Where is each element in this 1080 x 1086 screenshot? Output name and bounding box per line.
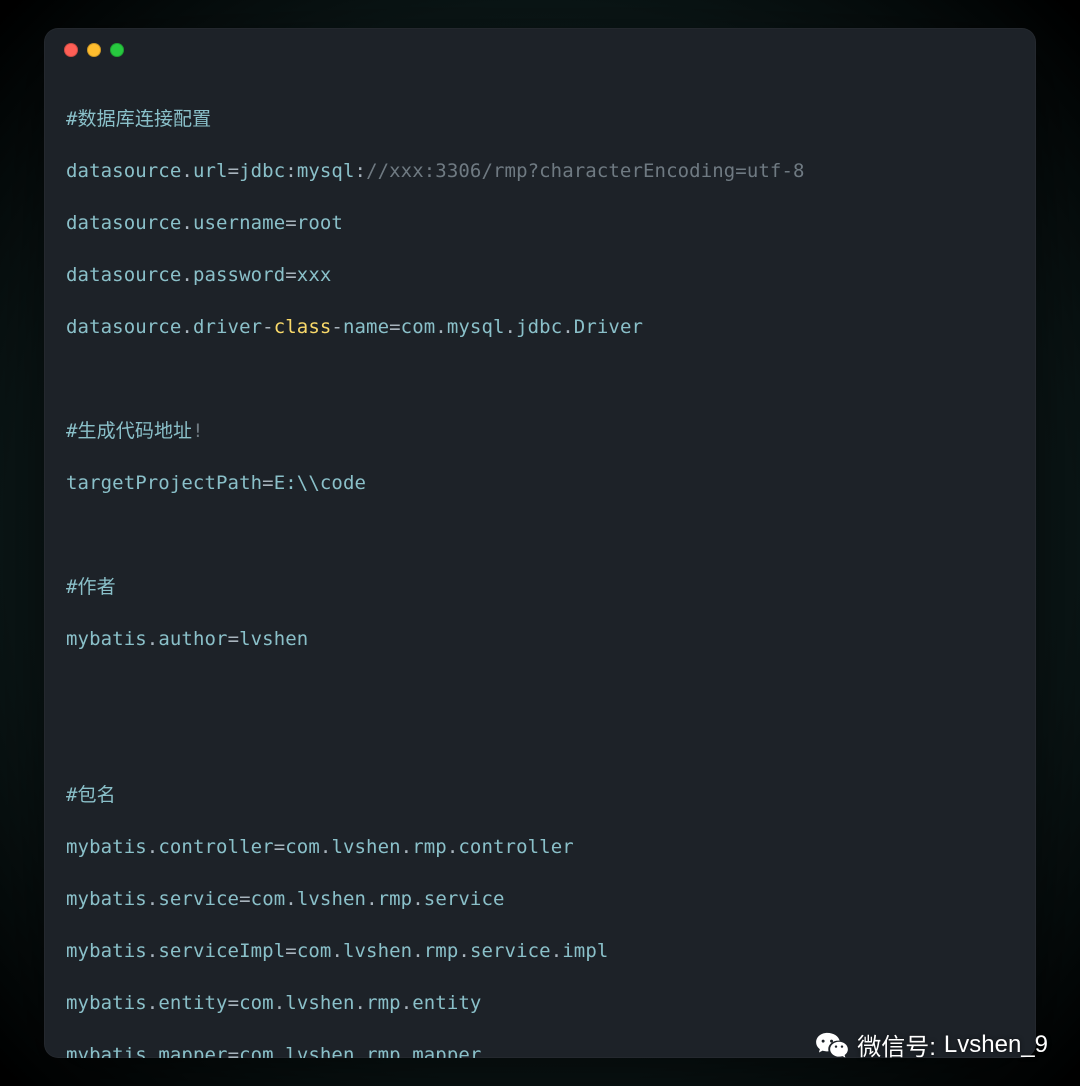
code-window: #数据库连接配置 datasource.url=jdbc:mysql://xxx… [44, 28, 1036, 1058]
window-titlebar [44, 28, 1036, 72]
window-maximize-button[interactable] [110, 43, 124, 57]
code-line: #生成代码地址! [66, 418, 1014, 444]
comment-package: #包名 [66, 784, 116, 806]
keyword-class: class [274, 316, 332, 338]
code-line: datasource.driver-class-name=com.mysql.j… [66, 314, 1014, 340]
wechat-icon [815, 1031, 849, 1059]
code-line: targetProjectPath=E:\\code [66, 470, 1014, 496]
code-line [66, 678, 1014, 704]
code-line [66, 366, 1014, 392]
val-entity: com.lvshen.rmp.entity [239, 992, 481, 1014]
watermark-label: 微信号: [857, 1027, 936, 1062]
code-line: mybatis.service=com.lvshen.rmp.service [66, 886, 1014, 912]
val-controller: com.lvshen.rmp.controller [285, 836, 574, 858]
code-line: mybatis.author=lvshen [66, 626, 1014, 652]
code-line [66, 522, 1014, 548]
code-line: mybatis.serviceImpl=com.lvshen.rmp.servi… [66, 938, 1014, 964]
code-line: datasource.url=jdbc:mysql://xxx:3306/rmp… [66, 158, 1014, 184]
code-line: #数据库连接配置 [66, 106, 1014, 132]
code-line: datasource.username=root [66, 210, 1014, 236]
comment-gen-path: #生成代码地址 [66, 420, 192, 442]
window-minimize-button[interactable] [87, 43, 101, 57]
code-line: #作者 [66, 574, 1014, 600]
val-mapper: com.lvshen.rmp.mapper [239, 1044, 481, 1058]
code-block: #数据库连接配置 datasource.url=jdbc:mysql://xxx… [44, 72, 1036, 1058]
driver-value: com.mysql.jdbc.Driver [401, 316, 643, 338]
url-rest: //xxx:3306/rmp?characterEncoding=utf-8 [366, 160, 804, 182]
code-line: mybatis.entity=com.lvshen.rmp.entity [66, 990, 1014, 1016]
code-line: mybatis.controller=com.lvshen.rmp.contro… [66, 834, 1014, 860]
watermark: 微信号: Lvshen_9 [815, 1027, 1048, 1062]
watermark-value: Lvshen_9 [944, 1031, 1048, 1059]
comment-db-conn: #数据库连接配置 [66, 108, 211, 130]
code-line: datasource.password=xxx [66, 262, 1014, 288]
code-line: #包名 [66, 782, 1014, 808]
code-line [66, 730, 1014, 756]
val-serviceimpl: com.lvshen.rmp.service.impl [297, 940, 609, 962]
val-service: com.lvshen.rmp.service [251, 888, 505, 910]
window-close-button[interactable] [64, 43, 78, 57]
comment-author: #作者 [66, 576, 116, 598]
